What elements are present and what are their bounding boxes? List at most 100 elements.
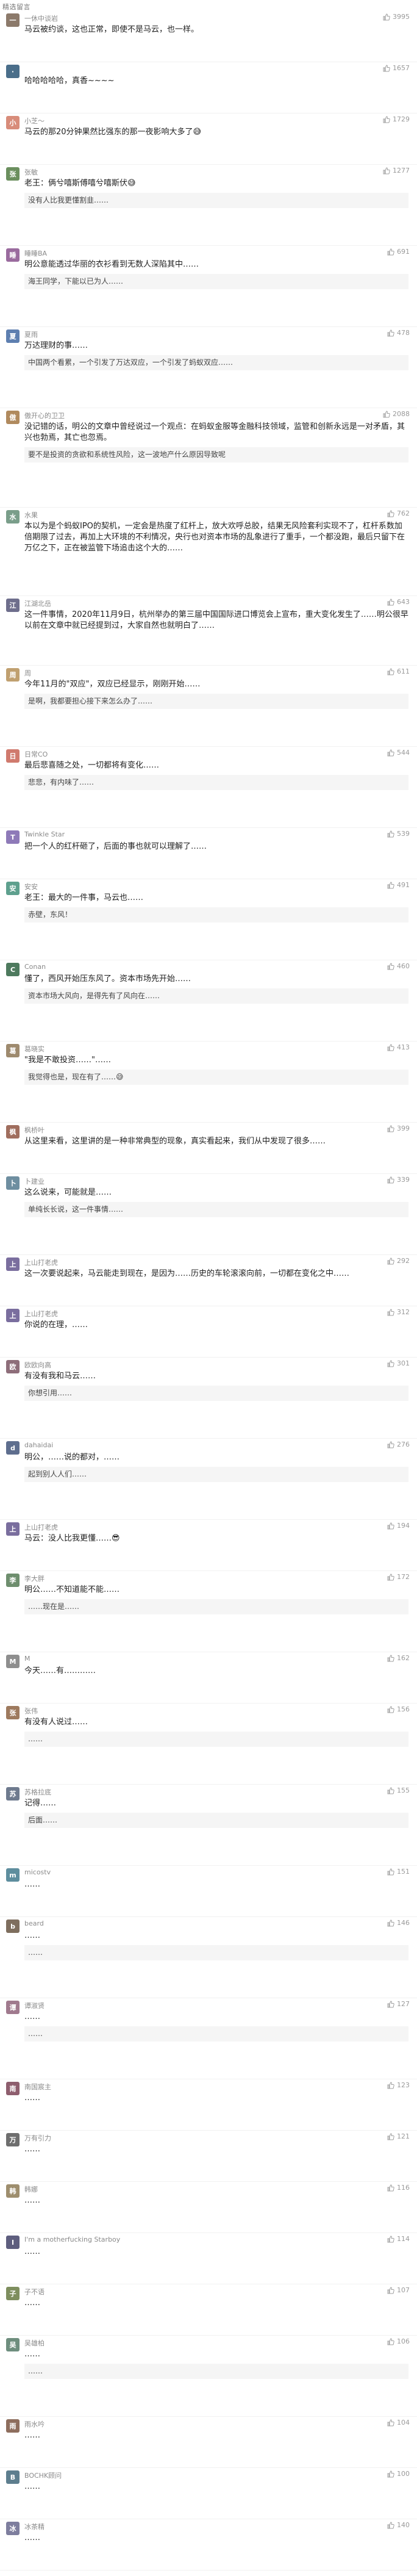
avatar[interactable]: 日 xyxy=(6,749,20,763)
like-button[interactable]: 107 xyxy=(387,2286,410,2294)
comment-text: 这一次要说起来，马云能走到现在，是因为……历史的车轮滚滚向前，一切都在变化之中…… xyxy=(24,1269,350,1278)
avatar[interactable]: d xyxy=(6,1441,20,1455)
avatar[interactable]: 水 xyxy=(6,510,20,523)
like-button[interactable]: 156 xyxy=(387,1705,410,1713)
like-button[interactable]: 100 xyxy=(387,2470,410,2478)
like-button[interactable]: 140 xyxy=(387,2521,410,2529)
avatar[interactable]: · xyxy=(6,65,20,78)
thumbs-up-icon xyxy=(387,962,394,970)
avatar[interactable]: T xyxy=(6,830,20,844)
like-button[interactable]: 1277 xyxy=(383,167,410,174)
avatar[interactable]: 睡 xyxy=(6,248,20,262)
like-button[interactable]: 312 xyxy=(387,1308,410,1316)
like-button[interactable]: 292 xyxy=(387,1257,410,1265)
like-button[interactable]: 151 xyxy=(387,1868,410,1876)
like-button[interactable]: 116 xyxy=(387,2184,410,2192)
comment-text: 马云的那20分钟果然比强东的那一夜影响大多了😅 xyxy=(24,128,202,137)
avatar[interactable]: 谭 xyxy=(6,2001,20,2014)
like-button[interactable]: 172 xyxy=(387,1573,410,1581)
like-button[interactable]: 121 xyxy=(387,2132,410,2140)
like-button[interactable]: 1729 xyxy=(383,115,410,123)
like-button[interactable]: 276 xyxy=(387,1441,410,1448)
comment-author: 张敏 xyxy=(24,168,38,176)
thumbs-up-icon xyxy=(387,509,394,517)
comment-text: 有没有人说过…… xyxy=(24,1718,88,1727)
comment-text: …… xyxy=(24,2093,40,2103)
avatar[interactable]: 上 xyxy=(6,1522,20,1536)
like-button[interactable]: 146 xyxy=(387,1919,410,1927)
like-button[interactable]: 123 xyxy=(387,2081,410,2089)
avatar[interactable]: 南 xyxy=(6,2082,20,2095)
avatar[interactable]: 李 xyxy=(6,1574,20,1587)
like-button[interactable]: 155 xyxy=(387,1786,410,1794)
like-button[interactable]: 3995 xyxy=(383,13,410,21)
comment-author: dahaidai xyxy=(24,1441,54,1449)
like-button[interactable]: 1657 xyxy=(383,64,410,72)
like-button[interactable]: 114 xyxy=(387,2235,410,2243)
like-button[interactable]: 460 xyxy=(387,962,410,970)
avatar[interactable]: 上 xyxy=(6,1257,20,1271)
avatar[interactable]: 苏 xyxy=(6,1787,20,1801)
avatar[interactable]: 冰 xyxy=(6,2522,20,2535)
like-button[interactable]: 301 xyxy=(387,1359,410,1367)
like-button[interactable]: 106 xyxy=(387,2337,410,2345)
author-reply: 要不是投资的贪欲和系统性风险，这一波地产什么原因导致呢 xyxy=(24,447,408,462)
comment-text: …… xyxy=(24,2012,40,2021)
comment-item: 枫枫桥叶 399 从这里来看，这里讲的是一种非常典型的现象，真实看起来，我们从中发现… xyxy=(0,1123,417,1174)
like-button[interactable]: 104 xyxy=(387,2419,410,2427)
like-button[interactable]: 691 xyxy=(387,248,410,256)
avatar[interactable]: b xyxy=(6,1919,20,1933)
like-button[interactable]: 539 xyxy=(387,830,410,838)
like-button[interactable]: 491 xyxy=(387,881,410,889)
like-button[interactable]: 544 xyxy=(387,749,410,757)
like-count: 276 xyxy=(397,1441,410,1448)
like-button[interactable]: 162 xyxy=(387,1654,410,1662)
avatar[interactable]: 韩 xyxy=(6,2184,20,2198)
like-button[interactable]: 643 xyxy=(387,598,410,606)
like-button[interactable]: 2088 xyxy=(383,410,410,418)
comment-item: 张张敏 1277 老王：俩兮嘻斯傅嘻兮嘻斯伏😅 没有人比我更懂割韭…… xyxy=(0,165,417,246)
avatar[interactable]: C xyxy=(6,963,20,976)
comment-text: …… xyxy=(24,2298,40,2308)
comment-author: I'm a motherfucking Starboy xyxy=(24,2236,121,2243)
avatar[interactable]: 江 xyxy=(6,599,20,612)
avatar[interactable]: 吴 xyxy=(6,2338,20,2351)
avatar[interactable]: 枫 xyxy=(6,1125,20,1139)
like-count: 106 xyxy=(397,2337,410,2345)
avatar[interactable]: 小 xyxy=(6,116,20,129)
like-button[interactable]: 127 xyxy=(387,2000,410,2008)
avatar[interactable]: B xyxy=(6,2470,20,2484)
reply-text: 要不是投资的贪欲和系统性风险，这一波地产什么原因导致呢 xyxy=(28,450,226,459)
like-button[interactable]: 339 xyxy=(387,1176,410,1184)
like-button[interactable]: 762 xyxy=(387,509,410,517)
avatar[interactable]: 葛 xyxy=(6,1044,20,1057)
comment-author: M xyxy=(24,1655,30,1663)
like-count: 156 xyxy=(397,1705,410,1713)
avatar[interactable]: 子 xyxy=(6,2287,20,2300)
avatar[interactable]: 卜 xyxy=(6,1176,20,1190)
like-button[interactable]: 399 xyxy=(387,1124,410,1132)
like-button[interactable]: 478 xyxy=(387,329,410,337)
comment-text: 把一个人的红杆砸了，后面的事也就可以理解了…… xyxy=(24,842,207,851)
like-button[interactable]: 413 xyxy=(387,1043,410,1051)
avatar[interactable]: 张 xyxy=(6,167,20,181)
avatar[interactable]: M xyxy=(6,1655,20,1668)
avatar[interactable]: 张 xyxy=(6,1706,20,1719)
like-button[interactable]: 611 xyxy=(387,667,410,675)
avatar[interactable]: 夏 xyxy=(6,329,20,343)
avatar[interactable]: 安 xyxy=(6,882,20,895)
like-button[interactable]: 194 xyxy=(387,1522,410,1530)
avatar[interactable]: m xyxy=(6,1868,20,1882)
avatar[interactable]: 欧 xyxy=(6,1360,20,1373)
avatar[interactable]: I xyxy=(6,2236,20,2249)
avatar[interactable]: 上 xyxy=(6,1309,20,1322)
avatar[interactable]: 周 xyxy=(6,668,20,682)
comment-item: 一一休中谈岩 3995 马云被约谈，这也正常，即使不是马云，也一样。 xyxy=(0,11,417,62)
avatar[interactable]: 万 xyxy=(6,2133,20,2146)
avatar[interactable]: 一 xyxy=(6,13,20,27)
comment-text: 有没有我和马云…… xyxy=(24,1372,96,1381)
comment-item: 子子不语 107 …… xyxy=(0,2284,417,2336)
avatar[interactable]: 傲 xyxy=(6,411,20,424)
avatar[interactable]: 雨 xyxy=(6,2419,20,2433)
comment-text: 万达理财的事…… xyxy=(24,341,88,350)
